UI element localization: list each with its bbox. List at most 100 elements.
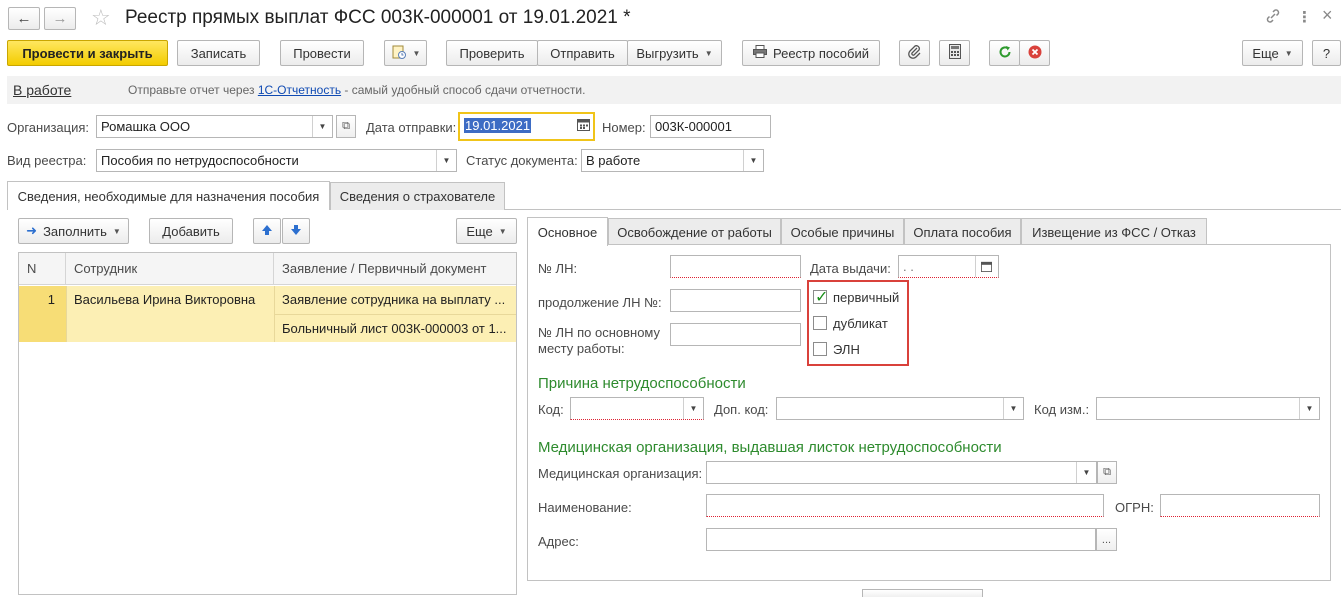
post-button[interactable]: Провести [280, 40, 364, 66]
calendar-icon[interactable] [577, 118, 590, 134]
subtab-fss-notice[interactable]: Извещение из ФСС / Отказ [1021, 218, 1207, 246]
extra-code-label: Доп. код: [714, 402, 769, 417]
ln-number-field[interactable] [670, 255, 801, 278]
chevron-down-icon[interactable]: ▼ [1003, 398, 1023, 419]
back-button[interactable]: ← [8, 7, 40, 30]
chevron-down-icon[interactable]: ▼ [1076, 462, 1096, 483]
main-job-field[interactable] [670, 323, 801, 346]
chevron-down-icon[interactable]: ▼ [436, 150, 456, 171]
create-based-on-button[interactable]: ▼ [384, 40, 427, 66]
subtab-special-reasons[interactable]: Особые причины [781, 218, 904, 246]
code-field[interactable]: ▼ [570, 397, 704, 420]
footer-button-partial[interactable] [862, 589, 983, 597]
subtab-benefit-payment[interactable]: Оплата пособия [904, 218, 1021, 246]
issue-date-field[interactable]: . . [898, 255, 999, 278]
chevron-down-icon[interactable]: ▼ [743, 150, 763, 171]
chevron-down-icon[interactable]: ▼ [683, 398, 703, 419]
continuation-label: продолжение ЛН №: [538, 295, 662, 310]
caret-down-icon: ▼ [112, 226, 121, 236]
eln-checkbox[interactable] [813, 342, 827, 356]
primary-checkbox-label[interactable]: первичный [833, 290, 899, 305]
menu-dots-icon[interactable]: ⋮ [1297, 8, 1312, 26]
ln-number-label: № ЛН: [538, 261, 578, 276]
status-link[interactable]: В работе [13, 82, 71, 98]
forward-button[interactable]: → [44, 7, 76, 30]
export-button[interactable]: Выгрузить ▼ [627, 40, 722, 66]
subtab-work-release[interactable]: Освобождение от работы [608, 218, 781, 246]
hint-before: Отправьте отчет через [128, 83, 258, 97]
table-more-button[interactable]: Еще ▼ [456, 218, 517, 244]
send-date-field[interactable]: 19.01.2021 [458, 112, 595, 141]
open-med-org-button[interactable]: ⧉ [1097, 461, 1117, 484]
med-org-field[interactable]: ▼ [706, 461, 1097, 484]
address-select-button[interactable]: ... [1096, 528, 1117, 551]
tab-insurer-info[interactable]: Сведения о страхователе [330, 182, 505, 210]
export-label: Выгрузить [636, 45, 699, 61]
caret-down-icon: ▼ [1284, 48, 1293, 58]
open-organization-button[interactable]: ⧉ [336, 115, 356, 138]
extra-code-field[interactable]: ▼ [776, 397, 1024, 420]
ogrn-label: ОГРН: [1115, 500, 1154, 515]
move-down-button[interactable] [282, 218, 310, 244]
open-icon: ⧉ [1103, 466, 1111, 478]
paperclip-icon [907, 44, 922, 62]
column-header-document[interactable]: Заявление / Первичный документ [274, 253, 516, 285]
eln-checkbox-label[interactable]: ЭЛН [833, 342, 860, 357]
subtab-main[interactable]: Основное [527, 217, 608, 246]
change-code-label: Код изм.: [1034, 402, 1090, 417]
main-panel: № ЛН: Дата выдачи: . . продолжение ЛН №:… [527, 244, 1331, 581]
employees-table[interactable]: N Сотрудник Заявление / Первичный докуме… [18, 252, 517, 595]
link-icon[interactable] [1265, 8, 1281, 28]
med-org-section-title: Медицинская организация, выдавшая листок… [538, 439, 1002, 456]
change-code-field[interactable]: ▼ [1096, 397, 1320, 420]
column-header-n[interactable]: N [19, 253, 66, 285]
benefits-register-button[interactable]: Реестр пособий [742, 40, 880, 66]
name-field[interactable] [706, 494, 1104, 517]
number-field[interactable]: 003К-000001 [650, 115, 771, 138]
send-button[interactable]: Отправить [537, 40, 628, 66]
check-button[interactable]: Проверить [446, 40, 538, 66]
back-arrow-icon: ← [16, 10, 32, 27]
favorite-star-icon[interactable]: ☆ [91, 5, 111, 31]
code-label: Код: [538, 402, 564, 417]
chevron-down-icon[interactable]: ▼ [312, 116, 332, 137]
address-field[interactable] [706, 528, 1096, 551]
fill-button[interactable]: ➜ Заполнить ▼ [18, 218, 129, 244]
tab-benefit-info[interactable]: Сведения, необходимые для назначения пос… [7, 181, 330, 210]
doc-status-value: В работе [586, 153, 641, 168]
post-and-close-button[interactable]: Провести и закрыть [7, 40, 168, 66]
help-button[interactable]: ? [1312, 40, 1341, 66]
refresh-button[interactable] [989, 40, 1020, 66]
organization-label: Организация: [7, 120, 90, 135]
more-button[interactable]: Еще ▼ [1242, 40, 1303, 66]
table-row[interactable]: 1 Васильева Ирина Викторовна Заявление с… [19, 286, 516, 342]
column-header-employee[interactable]: Сотрудник [66, 253, 274, 285]
cancel-button[interactable] [1019, 40, 1050, 66]
open-icon: ⧉ [342, 120, 350, 132]
ogrn-field[interactable] [1160, 494, 1320, 517]
issue-date-value: . . [903, 259, 914, 274]
register-type-field[interactable]: Пособия по нетрудоспособности ▼ [96, 149, 457, 172]
fill-label: Заполнить [43, 223, 107, 239]
organization-field[interactable]: Ромашка ООО ▼ [96, 115, 333, 138]
continuation-field[interactable] [670, 289, 801, 312]
calculator-button[interactable] [939, 40, 970, 66]
benefits-register-label: Реестр пособий [773, 45, 869, 61]
med-org-label: Медицинская организация: [538, 466, 703, 481]
table-more-label: Еще [466, 223, 493, 239]
chevron-down-icon[interactable]: ▼ [1299, 398, 1319, 419]
duplicate-checkbox[interactable] [813, 316, 827, 330]
caret-down-icon: ▼ [704, 48, 713, 58]
status-strip: В работе Отправьте отчет через 1С-Отчетн… [7, 76, 1341, 104]
1c-reporting-link[interactable]: 1С-Отчетность [258, 83, 341, 97]
add-button[interactable]: Добавить [149, 218, 233, 244]
document-add-icon [391, 44, 407, 63]
close-icon[interactable]: × [1322, 5, 1333, 26]
write-button[interactable]: Записать [177, 40, 260, 66]
duplicate-checkbox-label[interactable]: дубликат [833, 316, 888, 331]
calendar-icon[interactable] [975, 256, 997, 277]
move-up-button[interactable] [253, 218, 281, 244]
primary-checkbox[interactable]: ✓ [813, 289, 828, 306]
attach-button[interactable] [899, 40, 930, 66]
doc-status-field[interactable]: В работе ▼ [581, 149, 764, 172]
